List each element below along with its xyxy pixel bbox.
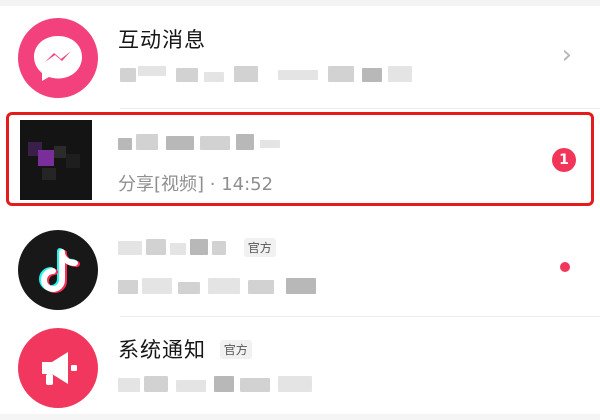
douyin-avatar [18, 230, 98, 310]
message-list-screen: 互动消息 › 分享[视频] · 14:52 1 官方 系统通知 官方 [0, 0, 600, 420]
official-badge: 官方 [219, 340, 252, 359]
system-notification-title: 系统通知 官方 [118, 334, 252, 364]
chevron-right-icon[interactable]: › [562, 42, 572, 68]
list-item-private-chat[interactable]: 分享[视频] · 14:52 1 [0, 114, 600, 214]
chat-contact-name [118, 130, 308, 154]
megaphone-icon [42, 352, 77, 385]
official-badge: 官方 [243, 238, 276, 257]
official-account-name: 官方 [118, 236, 276, 262]
unread-dot [560, 262, 570, 272]
list-item-interactive-messages[interactable]: 互动消息 › [0, 8, 600, 108]
mosaic-avatar [20, 120, 92, 200]
list-item-system-notification[interactable]: 系统通知 官方 [0, 318, 600, 418]
pixelated-avatar-image [20, 120, 92, 200]
top-separator [0, 0, 600, 6]
tiktok-note-icon [39, 248, 80, 293]
chat-last-message-preview: 分享[视频] · 14:52 [118, 174, 274, 195]
list-item-official-account[interactable]: 官方 [0, 220, 600, 320]
divider [120, 108, 600, 109]
divider [120, 316, 600, 317]
interactive-messages-preview [118, 64, 428, 86]
system-notification-avatar [18, 328, 98, 408]
system-notification-preview [118, 374, 338, 396]
interactive-messages-title: 互动消息 [118, 28, 206, 52]
bottom-separator [0, 414, 600, 420]
interactive-messages-avatar [18, 18, 98, 98]
unread-count-badge: 1 [552, 148, 576, 172]
official-account-preview [118, 276, 328, 298]
message-bubble-icon [34, 36, 82, 81]
